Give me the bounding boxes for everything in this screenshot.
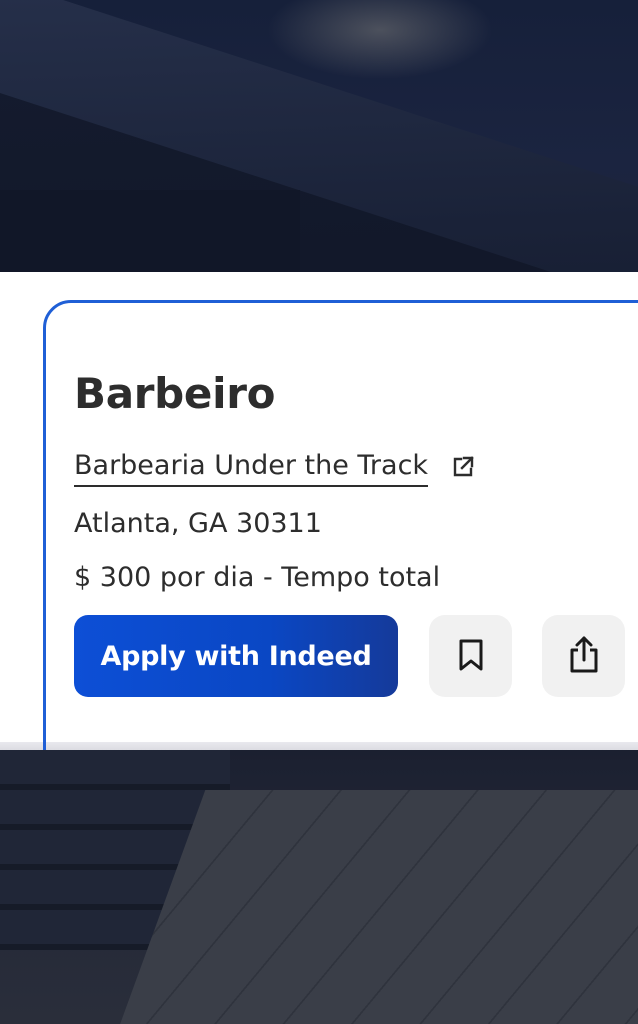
job-title: Barbeiro [74, 369, 276, 418]
background-photo-top [0, 0, 638, 272]
background-photo-bottom [0, 750, 638, 1024]
job-salary: $ 300 por dia - Tempo total [74, 562, 441, 593]
external-link-icon[interactable] [451, 455, 475, 479]
save-job-button[interactable] [429, 615, 512, 697]
job-location: Atlanta, GA 30311 [74, 508, 322, 539]
building-wall [0, 190, 300, 272]
share-job-button[interactable] [542, 615, 625, 697]
share-icon [567, 635, 601, 678]
bookmark-icon [456, 638, 486, 675]
company-link[interactable]: Barbearia Under the Track [74, 448, 429, 487]
card-left-border [43, 590, 46, 750]
apply-with-indeed-button[interactable]: Apply with Indeed [74, 615, 398, 697]
page: Barbeiro Barbearia Under the Track Atlan… [0, 0, 638, 1024]
band-divider [0, 742, 638, 750]
